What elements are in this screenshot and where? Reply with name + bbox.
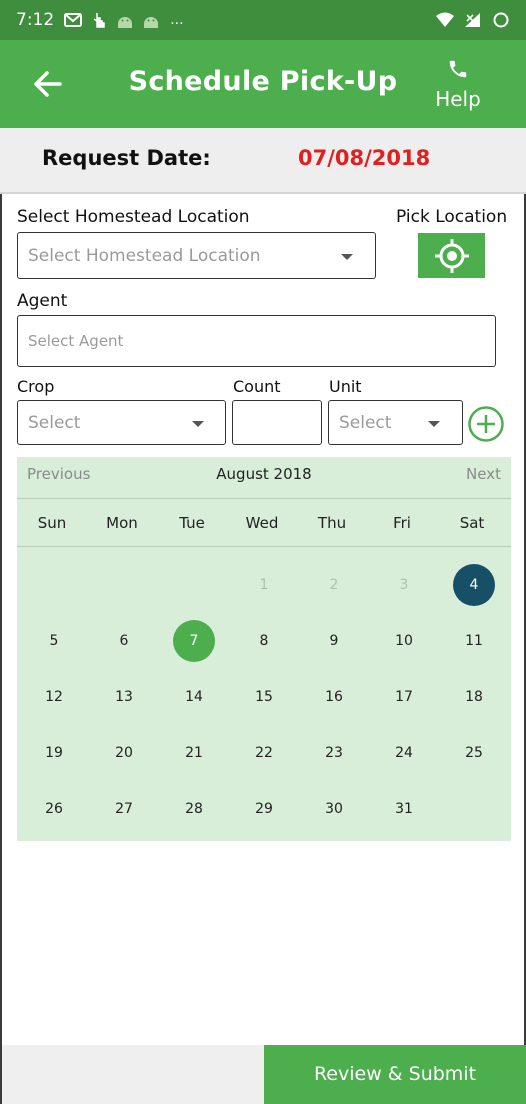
gmail-icon — [64, 13, 83, 27]
footer-left-panel — [2, 1045, 264, 1104]
review-submit-button[interactable]: Review & Submit — [264, 1045, 526, 1104]
sync-circle-icon — [493, 12, 509, 28]
calendar-day-4[interactable]: 4 — [439, 557, 509, 613]
weekday-wed: Wed — [245, 514, 279, 532]
add-crop-button[interactable] — [467, 405, 505, 443]
calendar-day-5[interactable]: 5 — [19, 613, 89, 669]
today-day-marker: 7 — [173, 620, 215, 662]
calendar-week-row: 5 6 7 8 9 10 11 — [19, 613, 509, 669]
calendar-week-row: 19 20 21 22 23 24 25 — [19, 725, 509, 781]
agent-select-placeholder: Select Agent — [28, 332, 124, 350]
calendar-day-26[interactable]: 26 — [19, 781, 89, 837]
weekday-mon: Mon — [106, 514, 138, 532]
selected-day-marker: 4 — [453, 564, 495, 606]
calendar-empty-cell — [19, 557, 89, 613]
app-bar: Schedule Pick-Up Help — [0, 40, 526, 128]
hand-tap-icon — [93, 13, 105, 28]
pick-location-button[interactable] — [418, 233, 485, 278]
calendar-day-29[interactable]: 29 — [229, 781, 299, 837]
calendar-empty-cell — [159, 557, 229, 613]
weekday-sun: Sun — [37, 514, 67, 532]
calendar-day-14[interactable]: 14 — [159, 669, 229, 725]
calendar-day-27[interactable]: 27 — [89, 781, 159, 837]
calendar-day-3: 3 — [399, 577, 409, 593]
help-label: Help — [435, 87, 481, 111]
android-icon — [144, 17, 159, 28]
count-input[interactable] — [232, 400, 322, 445]
chevron-down-icon — [341, 254, 353, 260]
calendar-day-23[interactable]: 23 — [299, 725, 369, 781]
calendar-day-2: 2 — [329, 577, 339, 593]
calendar-day-8[interactable]: 8 — [229, 613, 299, 669]
calendar: Previous August 2018 Next Sun Mon Tue Wed Th… — [17, 457, 511, 841]
request-date-bar: Request Date: 07/08/2018 — [0, 128, 526, 194]
calendar-day-31[interactable]: 31 — [369, 781, 439, 837]
agent-label: Agent — [17, 291, 68, 311]
unit-label: Unit — [329, 377, 362, 396]
calendar-grid: 1 2 3 4 5 6 7 8 9 10 11 12 13 14 15 16 17 18 19 20 21 22 23 24 2… — [19, 557, 509, 837]
weekday-tue: Tue — [179, 514, 205, 532]
calendar-header: Previous August 2018 Next — [17, 457, 511, 499]
status-right-icons — [436, 11, 510, 29]
pick-location-label: Pick Location — [396, 207, 508, 227]
calendar-day-15[interactable]: 15 — [229, 669, 299, 725]
calendar-empty-cell — [439, 781, 509, 837]
weekday-thu: Thu — [317, 514, 347, 532]
calendar-day-28[interactable]: 28 — [159, 781, 229, 837]
calendar-day-13[interactable]: 13 — [89, 669, 159, 725]
calendar-day-11[interactable]: 11 — [439, 613, 509, 669]
calendar-day-16[interactable]: 16 — [299, 669, 369, 725]
crop-select[interactable]: Select — [17, 400, 226, 445]
calendar-weekday-row: Sun Mon Tue Wed Thu Fri Sat — [17, 499, 511, 547]
status-overflow: ... — [170, 11, 184, 28]
gps-target-icon — [434, 238, 469, 273]
chevron-down-icon — [192, 421, 204, 427]
plus-circle-icon — [468, 406, 504, 442]
calendar-day-9[interactable]: 9 — [299, 613, 369, 669]
calendar-day-1: 1 — [259, 577, 269, 593]
wifi-icon — [436, 12, 454, 27]
unit-select[interactable]: Select — [328, 400, 463, 445]
calendar-day-20[interactable]: 20 — [89, 725, 159, 781]
calendar-day-17[interactable]: 17 — [369, 669, 439, 725]
calendar-day-10[interactable]: 10 — [369, 613, 439, 669]
homestead-select[interactable]: Select Homestead Location — [17, 232, 376, 279]
help-button[interactable]: Help — [434, 58, 482, 111]
crop-select-value: Select — [28, 413, 81, 433]
weekday-fri: Fri — [393, 514, 411, 532]
calendar-day-12[interactable]: 12 — [19, 669, 89, 725]
phone-icon — [449, 60, 467, 78]
calendar-day-21[interactable]: 21 — [159, 725, 229, 781]
calendar-day-25[interactable]: 25 — [439, 725, 509, 781]
status-left-icons: ... — [64, 11, 184, 29]
calendar-day-6[interactable]: 6 — [89, 613, 159, 669]
request-date-label: Request Date: — [42, 146, 211, 170]
calendar-week-row: 12 13 14 15 16 17 18 — [19, 669, 509, 725]
android-icon — [118, 17, 133, 28]
unit-select-value: Select — [339, 413, 392, 433]
request-date-value: 07/08/2018 — [298, 146, 431, 170]
calendar-week-row: 26 27 28 29 30 31 — [19, 781, 509, 837]
calendar-day-19[interactable]: 19 — [19, 725, 89, 781]
agent-select[interactable]: Select Agent — [17, 315, 496, 367]
homestead-select-placeholder: Select Homestead Location — [28, 246, 261, 266]
calendar-day-7[interactable]: 7 — [159, 613, 229, 669]
calendar-empty-cell — [89, 557, 159, 613]
calendar-day-30[interactable]: 30 — [299, 781, 369, 837]
calendar-next-button[interactable]: Next — [466, 465, 501, 483]
status-bar: 7:12 ... — [0, 0, 526, 40]
weekday-sat: Sat — [459, 514, 485, 532]
signal-icon — [465, 13, 480, 27]
homestead-label: Select Homestead Location — [17, 207, 250, 227]
calendar-week-row: 1 2 3 4 — [19, 557, 509, 613]
crop-label: Crop — [17, 377, 55, 396]
chevron-down-icon — [428, 421, 440, 427]
status-time: 7:12 — [16, 10, 55, 30]
calendar-month-label: August 2018 — [216, 465, 312, 483]
count-label: Count — [233, 377, 281, 396]
calendar-day-24[interactable]: 24 — [369, 725, 439, 781]
calendar-day-22[interactable]: 22 — [229, 725, 299, 781]
calendar-day-18[interactable]: 18 — [439, 669, 509, 725]
